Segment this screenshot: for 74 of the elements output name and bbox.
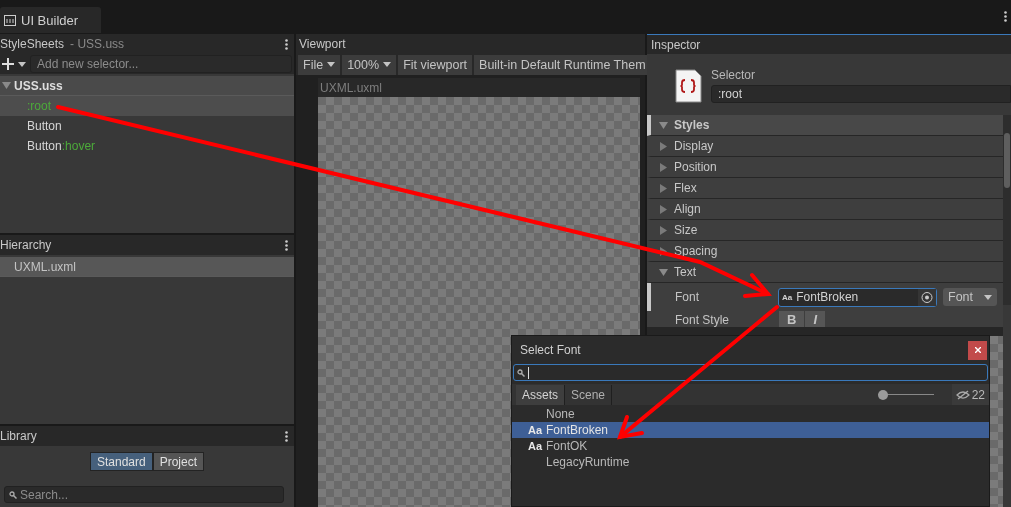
expanded-triangle-icon[interactable] (659, 120, 668, 130)
font-list-item[interactable]: Aa FontBroken (512, 422, 989, 438)
style-section[interactable]: Spacing (647, 241, 1003, 262)
selector-item[interactable]: Button:hover (0, 136, 294, 156)
menu-button[interactable]: File (298, 54, 341, 75)
scrollbar-thumb[interactable] (1004, 133, 1010, 188)
stylesheet-file-icon (674, 68, 702, 103)
window-icon (4, 14, 16, 26)
zoom-slider[interactable] (877, 389, 934, 400)
close-icon (974, 347, 981, 353)
font-style-toggle[interactable]: B (779, 311, 805, 327)
eye-slash-icon (955, 389, 970, 400)
collapsed-triangle-icon[interactable] (659, 162, 668, 172)
panel-title: Inspector (651, 37, 701, 52)
caret-icon (327, 62, 336, 67)
library-tab[interactable]: Project (152, 452, 205, 471)
expanded-triangle-icon[interactable] (659, 267, 668, 277)
close-button[interactable] (968, 340, 987, 360)
object-picker-icon[interactable] (918, 288, 936, 306)
selector-input[interactable]: Add new selector... (30, 55, 292, 73)
toolbar-button[interactable]: Fit viewport (398, 54, 473, 75)
collapsed-triangle-icon[interactable] (659, 225, 668, 235)
font-list-item[interactable]: LegacyRuntime (512, 454, 989, 470)
source-tab[interactable]: Scene (565, 384, 613, 405)
collapsed-triangle-icon[interactable] (659, 141, 668, 151)
library-tab[interactable]: Standard (89, 452, 153, 471)
font-style-label: Font Style (675, 312, 731, 327)
panel-title: StyleSheets - USS.uss (0, 37, 125, 51)
dropdown[interactable]: 100% (342, 54, 397, 75)
font-style-toggle[interactable]: I (805, 311, 825, 327)
panel-title: Library (0, 429, 37, 443)
style-section[interactable]: Text (647, 262, 1003, 283)
panel-title: Viewport (299, 37, 346, 51)
caret-icon (984, 294, 992, 300)
hidden-count-button[interactable]: 22 (951, 384, 989, 405)
collapsed-triangle-icon[interactable] (659, 183, 668, 193)
style-section[interactable]: Align (647, 199, 1003, 220)
caret-icon (383, 62, 392, 67)
style-section[interactable]: Size (647, 220, 1003, 241)
selector-label: Selector (711, 68, 757, 82)
more-options-icon[interactable] (1004, 11, 1007, 22)
collapsed-triangle-icon[interactable] (659, 204, 668, 214)
search-icon (9, 490, 17, 499)
font-asset-icon: Aa (528, 440, 543, 452)
font-asset-icon: Aa (782, 292, 793, 302)
panel-title: Hierarchy (0, 238, 52, 252)
search-icon (517, 368, 525, 377)
font-asset-icon: Aa (528, 424, 543, 436)
document-title: UXML.uxml (318, 78, 640, 97)
caret-icon (18, 61, 26, 67)
style-section[interactable]: Position (647, 157, 1003, 178)
dropdown[interactable]: Font (943, 288, 997, 306)
collapsed-triangle-icon[interactable] (659, 246, 668, 256)
font-list-item[interactable]: Aa FontOK (512, 438, 989, 454)
style-section[interactable]: Display (647, 136, 1003, 157)
hierarchy-item[interactable]: UXML.uxml (0, 257, 294, 277)
font-list-item[interactable]: None (512, 406, 989, 422)
more-options-icon[interactable] (285, 430, 288, 442)
font-label: Font (675, 290, 700, 304)
search-field[interactable]: Search... (4, 486, 284, 503)
selector-item[interactable]: Button (0, 116, 294, 136)
styles-header[interactable]: Styles (647, 115, 1003, 136)
dialog-title: Select Font (520, 343, 581, 357)
window-tab[interactable]: UI Builder (0, 7, 101, 33)
add-icon[interactable] (2, 58, 14, 70)
more-options-icon[interactable] (285, 38, 288, 50)
source-tab[interactable]: Assets (516, 384, 565, 405)
search-field[interactable] (513, 364, 988, 381)
more-options-icon[interactable] (285, 239, 288, 251)
style-section[interactable]: Flex (647, 178, 1003, 199)
font-field[interactable]: Aa FontBroken (778, 287, 937, 307)
selector-field[interactable]: :root (711, 85, 1011, 103)
stylesheet-name[interactable]: USS.uss (14, 78, 63, 93)
expanded-triangle-icon[interactable] (2, 80, 11, 90)
